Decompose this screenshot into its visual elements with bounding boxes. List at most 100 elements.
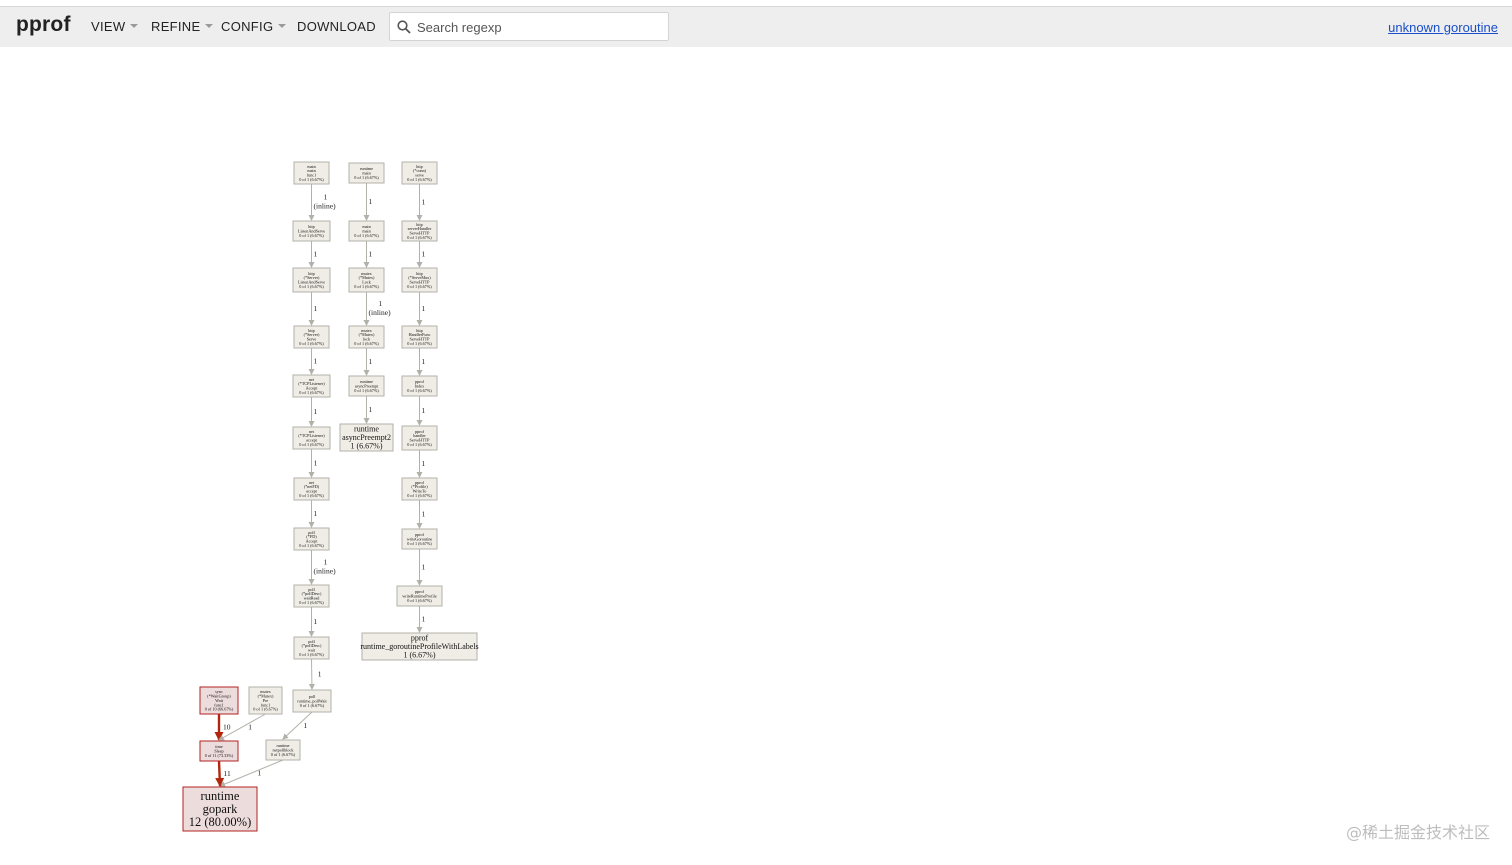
edge-label: 1 — [314, 509, 318, 518]
edge-label: 1 — [248, 723, 252, 732]
graph-node[interactable]: pprofwriteGoroutine0 of 1 (6.67%) — [401, 528, 438, 550]
graph-node-label: 0 of 1 (6.67%) — [407, 388, 432, 393]
graph-node-label: 0 of 1 (6.67%) — [407, 284, 432, 289]
graph-node-label: 0 of 1 (6.67%) — [354, 175, 379, 180]
graph-node[interactable]: pprofwriteRuntimeProfile0 of 1 (6.67%) — [396, 585, 443, 607]
edge-label: 1 — [379, 299, 383, 308]
graph-node[interactable]: httpserverHandlerServeHTTP0 of 1 (6.67%) — [401, 220, 438, 242]
edge-label: 1 — [314, 250, 318, 259]
graph-node[interactable]: httpListenAndServe0 of 1 (6.67%) — [292, 220, 331, 242]
edge-label: 1 — [314, 617, 318, 626]
edge-label: 1 — [369, 250, 373, 259]
edge-label: (inline) — [314, 202, 337, 211]
graph-node[interactable]: mainmain0 of 1 (6.67%) — [348, 220, 385, 242]
graph-node-label: runtime — [201, 789, 240, 803]
graph-node-label: 0 of 1 (6.67%) — [271, 752, 296, 757]
graph-node[interactable]: runtimeasyncPreempt21 (6.67%) — [339, 423, 394, 452]
graph-node[interactable]: mainmainfunc10 of 1 (6.67%) — [293, 161, 330, 185]
graph-node[interactable]: http(*ServeMux)ServeHTTP0 of 1 (6.67%) — [401, 267, 438, 293]
graph-node-label: 12 (80.00%) — [189, 815, 252, 829]
graph-node-label: 0 of 1 (6.67%) — [253, 707, 278, 712]
edge-label: 1 — [422, 406, 426, 415]
graph-node[interactable]: httpHandlerFuncServeHTTP0 of 1 (6.67%) — [401, 325, 438, 349]
graph-node[interactable]: mutex(*Mutex)Lock0 of 1 (6.67%) — [348, 267, 385, 293]
graph-node[interactable]: pprof(*Profile)WriteTo0 of 1 (6.67%) — [401, 477, 438, 501]
call-graph: 1(inline)1111111(inline)1111111(inline)1… — [182, 161, 479, 832]
graph-node[interactable]: runtimenetpollblock0 of 1 (6.67%) — [265, 739, 301, 761]
edge-label: (inline) — [314, 567, 337, 576]
graph-node[interactable]: poll(*FD)Accept0 of 1 (6.67%) — [293, 527, 330, 551]
edge-label: 10 — [223, 723, 231, 732]
graph-node[interactable]: pprofIndex0 of 1 (6.67%) — [401, 375, 438, 397]
graph-node[interactable]: http(*conn)serve0 of 1 (6.67%) — [401, 161, 438, 185]
graph-node-label: 0 of 10 (66.67%) — [205, 707, 234, 712]
graph-edge[interactable] — [282, 711, 313, 740]
graph-node-label: 0 of 1 (6.67%) — [299, 442, 324, 447]
edge-label: 1 — [422, 615, 426, 624]
graph-node[interactable]: runtimemain0 of 1 (6.67%) — [348, 162, 385, 184]
graph-edge[interactable] — [308, 658, 315, 690]
watermark: @稀土掘金技术社区 — [1345, 823, 1490, 842]
graph-node-label: 0 of 1 (6.67%) — [407, 598, 432, 603]
edge-label: 1 — [422, 304, 426, 313]
graph-node-label: 0 of 1 (6.67%) — [299, 177, 324, 182]
graph-node-label: 0 of 1 (6.67%) — [407, 541, 432, 546]
graph-node[interactable]: net(*TCPListener)accept0 of 1 (6.67%) — [292, 426, 331, 450]
graph-node-label: 1 (6.67%) — [351, 442, 383, 451]
edge-label: (inline) — [369, 308, 392, 317]
edge-label: 1 — [314, 357, 318, 366]
graph-node-label: 0 of 1 (6.67%) — [299, 390, 324, 395]
graph-node-label: 0 of 1 (6.67%) — [407, 442, 432, 447]
graph-node[interactable]: timeSleep0 of 11 (73.33%) — [199, 740, 239, 762]
graph-node-label: 0 of 1 (6.67%) — [354, 284, 379, 289]
edge-label: 1 — [369, 197, 373, 206]
graph-node-label: 0 of 1 (6.67%) — [299, 233, 324, 238]
graph-node[interactable]: poll(*pollDesc)waitRead0 of 1 (6.67%) — [293, 584, 330, 608]
graph-node[interactable]: pollruntime_pollWait0 of 1 (6.67%) — [292, 689, 332, 713]
graph-node[interactable]: net(*TCPListener)Accept0 of 1 (6.67%) — [292, 374, 331, 398]
edge-label: 1 — [422, 198, 426, 207]
edge-label: 1 — [422, 563, 426, 572]
graph-node-label: 0 of 1 (6.67%) — [354, 233, 379, 238]
edge-label: 1 — [314, 407, 318, 416]
graph-node-label: 0 of 1 (6.67%) — [407, 493, 432, 498]
graph-node-label: 0 of 1 (6.67%) — [299, 600, 324, 605]
graph-node-label: 0 of 11 (73.33%) — [205, 753, 234, 758]
graph-node-label: 0 of 1 (6.67%) — [300, 703, 325, 708]
edge-label: 1 — [422, 459, 426, 468]
edge-label: 11 — [224, 769, 231, 778]
edge-label: 1 — [422, 510, 426, 519]
edge-label: 1 — [324, 558, 328, 567]
graph-node-label: 0 of 1 (6.67%) — [354, 388, 379, 393]
graph-node-label: 0 of 1 (6.67%) — [299, 284, 324, 289]
edge-label: 1 — [324, 193, 328, 202]
graph-node[interactable]: mutex(*Mutex)lock0 of 1 (6.67%) — [348, 325, 385, 349]
graph-node[interactable]: net(*netFD)accept0 of 1 (6.67%) — [293, 477, 330, 501]
graph-node[interactable]: pprofhandlerServeHTTP0 of 1 (6.67%) — [401, 425, 438, 451]
graph-node[interactable]: mutex(*Mutex)Prefunc10 of 1 (6.67%) — [248, 686, 283, 715]
edge-label: 1 — [318, 670, 322, 679]
graph-node-label: 0 of 1 (6.67%) — [407, 341, 432, 346]
graph-node-label: 0 of 1 (6.67%) — [354, 341, 379, 346]
graph-node[interactable]: http(*Server)Serve0 of 1 (6.67%) — [293, 325, 330, 349]
graph-node-label: 0 of 1 (6.67%) — [299, 341, 324, 346]
graph-node-label: 0 of 1 (6.67%) — [299, 652, 324, 657]
graph-node-label: 0 of 1 (6.67%) — [407, 235, 432, 240]
edge-label: 1 — [369, 357, 373, 366]
graph-edge[interactable] — [215, 760, 225, 787]
graph-node[interactable]: runtimeasyncPreempt0 of 1 (6.67%) — [348, 375, 385, 397]
edge-label: 1 — [422, 357, 426, 366]
edge-label: 1 — [369, 405, 373, 414]
graph-node[interactable]: sync(*WaitGroup)Waitfunc10 of 10 (66.67%… — [199, 686, 239, 715]
graph-node[interactable]: http(*Server)ListenAndServe0 of 1 (6.67%… — [292, 267, 331, 293]
edge-label: 1 — [422, 250, 426, 259]
graph-node-label: gopark — [203, 802, 238, 816]
graph-node[interactable]: runtimegopark12 (80.00%) — [182, 786, 258, 832]
graph-node-label: 1 (6.67%) — [404, 651, 436, 660]
graph-node-label: 0 of 1 (6.67%) — [299, 543, 324, 548]
graph-node[interactable]: pprofruntime_goroutineProfileWithLabels1… — [360, 632, 479, 661]
graph-node[interactable]: poll(*pollDesc)wait0 of 1 (6.67%) — [293, 636, 330, 660]
edge-label: 1 — [314, 304, 318, 313]
graph-node-label: 0 of 1 (6.67%) — [299, 493, 324, 498]
edge-label: 1 — [314, 459, 318, 468]
